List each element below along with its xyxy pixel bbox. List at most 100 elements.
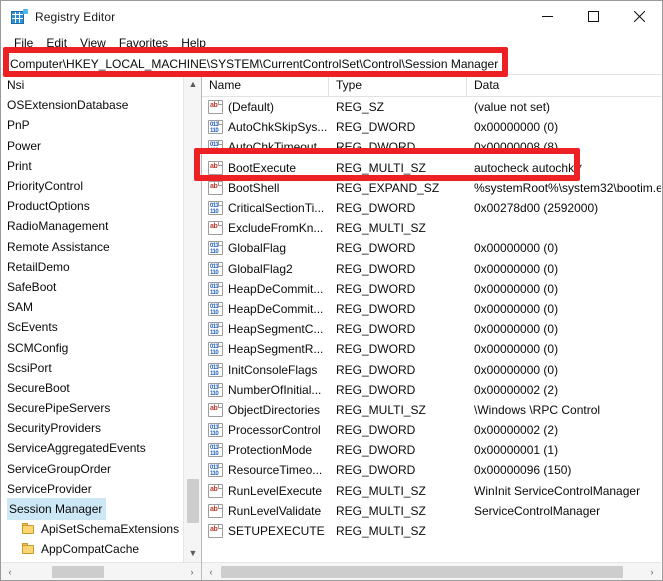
- tree-item[interactable]: SafeBoot: [1, 277, 183, 297]
- tree-item[interactable]: AppCompatCache: [1, 539, 183, 559]
- tree-item[interactable]: ProductOptions: [1, 196, 183, 216]
- scroll-right-icon[interactable]: ›: [643, 563, 661, 580]
- value-row[interactable]: 011 110 NumberOfInitial... REG_DWORD 0x00000…: [202, 380, 661, 400]
- tree-item[interactable]: ScEvents: [1, 317, 183, 337]
- tree-item[interactable]: PnP: [1, 115, 183, 135]
- tree-hscroll-thumb[interactable]: [52, 566, 104, 578]
- value-row[interactable]: 011 110 ProtectionMode REG_DWORD 0x00000001 …: [202, 440, 661, 460]
- value-row[interactable]: ab BootExecute REG_MULTI_SZ autocheck autoc…: [202, 158, 661, 178]
- column-header-data[interactable]: Data: [467, 75, 661, 97]
- registry-tree[interactable]: Nsi OSExtensionDatabase PnP Power Print Prior…: [1, 75, 183, 562]
- menu-item-help[interactable]: Help: [175, 34, 213, 52]
- scroll-up-icon[interactable]: ▲: [184, 75, 201, 93]
- value-data-text: 0x00000000 (0): [474, 322, 559, 337]
- address-bar[interactable]: Computer\HKEY_LOCAL_MACHINE\SYSTEM\Curre…: [1, 53, 662, 75]
- value-row[interactable]: 011 110 InitConsoleFlags REG_DWORD 0x0000000…: [202, 359, 661, 379]
- value-name-text: SETUPEXECUTE: [228, 524, 325, 539]
- menu-item-view[interactable]: View: [74, 34, 113, 52]
- value-type-text: REG_DWORD: [336, 342, 416, 357]
- value-row[interactable]: 011 110 GlobalFlag2 REG_DWORD 0x00000000 (0): [202, 259, 661, 279]
- value-data-cell: 0x00000002 (2): [467, 420, 661, 440]
- tree-item[interactable]: Power: [1, 136, 183, 156]
- value-type-cell: REG_MULTI_SZ: [329, 521, 467, 541]
- column-header-name[interactable]: Name: [202, 75, 329, 97]
- value-data-text: 0x00000096 (150): [474, 463, 572, 478]
- tree-item[interactable]: ApiSetSchemaExtensions: [1, 519, 183, 539]
- tree-item[interactable]: RetailDemo: [1, 257, 183, 277]
- tree-item[interactable]: ServiceAggregatedEvents: [1, 438, 183, 458]
- tree-horizontal-scrollbar[interactable]: ‹ ›: [1, 562, 201, 580]
- value-type-cell: REG_DWORD: [329, 440, 467, 460]
- value-row[interactable]: ab BootShell REG_EXPAND_SZ %systemRoot%\sys…: [202, 178, 661, 198]
- scroll-right-icon[interactable]: ›: [183, 563, 201, 580]
- tree-item[interactable]: SecureBoot: [1, 378, 183, 398]
- value-row[interactable]: ab (Default) REG_SZ (value not set): [202, 97, 661, 117]
- menu-item-favorites[interactable]: Favorites: [113, 34, 175, 52]
- value-row[interactable]: 011 110 HeapDeCommit... REG_DWORD 0x00000000…: [202, 299, 661, 319]
- tree-vertical-scrollbar[interactable]: ▲ ▼: [183, 75, 201, 562]
- maximize-icon[interactable]: [570, 1, 616, 32]
- value-row[interactable]: 011 110 ProcessorControl REG_DWORD 0x0000000…: [202, 420, 661, 440]
- tree-item[interactable]: Remote Assistance: [1, 237, 183, 257]
- value-type-text: REG_DWORD: [336, 382, 416, 397]
- value-row[interactable]: ab RunLevelValidate REG_MULTI_SZ ServiceCon…: [202, 501, 661, 521]
- value-type-cell: REG_SZ: [329, 97, 467, 117]
- tree-item-label: PriorityControl: [7, 179, 84, 194]
- scroll-down-icon[interactable]: ▼: [184, 544, 201, 562]
- dword-value-icon: 011 110: [208, 342, 223, 357]
- folder-icon: [22, 543, 36, 555]
- value-row[interactable]: ab RunLevelExecute REG_MULTI_SZ WinInit Ser…: [202, 481, 661, 501]
- tree-item[interactable]: SAM: [1, 297, 183, 317]
- column-header-type[interactable]: Type: [329, 75, 467, 97]
- tree-item[interactable]: ScsiPort: [1, 358, 183, 378]
- values-hscroll-thumb[interactable]: [221, 566, 623, 578]
- value-row[interactable]: ab ObjectDirectories REG_MULTI_SZ \Windows …: [202, 400, 661, 420]
- tree-item[interactable]: ServiceProvider: [1, 479, 183, 499]
- values-horizontal-scrollbar[interactable]: ‹ ›: [202, 562, 661, 580]
- value-row[interactable]: ab ExcludeFromKn... REG_MULTI_SZ: [202, 218, 661, 238]
- tree-item[interactable]: RadioManagement: [1, 216, 183, 236]
- value-name-text: ObjectDirectories: [228, 402, 321, 417]
- value-data-cell: 0x00000008 (8): [467, 137, 661, 157]
- value-data-cell: ServiceControlManager: [467, 501, 661, 521]
- value-row[interactable]: 011 110 GlobalFlag REG_DWORD 0x00000000 (0): [202, 238, 661, 258]
- registry-values-list[interactable]: ab (Default) REG_SZ (value not set) 011 110 Au…: [202, 97, 661, 562]
- value-row[interactable]: 011 110 AutoChkSkipSys... REG_DWORD 0x000000…: [202, 117, 661, 137]
- tree-item-label: ScsiPort: [7, 360, 52, 375]
- tree-item[interactable]: OSExtensionDatabase: [1, 95, 183, 115]
- tree-item-label: ScEvents: [7, 320, 58, 335]
- value-data-text: %systemRoot%\system32\bootim.exe: [474, 180, 661, 195]
- value-row[interactable]: 011 110 AutoChkTimeout REG_DWORD 0x00000008 …: [202, 137, 661, 157]
- scroll-left-icon[interactable]: ‹: [202, 563, 220, 580]
- value-name-cell: 011 110 AutoChkSkipSys...: [202, 117, 329, 137]
- value-type-text: REG_DWORD: [336, 423, 416, 438]
- menu-item-file[interactable]: File: [8, 34, 40, 52]
- value-name-cell: 011 110 HeapSegmentR...: [202, 339, 329, 359]
- value-row[interactable]: 011 110 CriticalSectionTi... REG_DWORD 0x002…: [202, 198, 661, 218]
- value-type-cell: REG_DWORD: [329, 299, 467, 319]
- tree-item[interactable]: SecurityProviders: [1, 418, 183, 438]
- tree-item[interactable]: Print: [1, 156, 183, 176]
- value-type-text: REG_DWORD: [336, 362, 416, 377]
- value-name-cell: ab (Default): [202, 97, 329, 117]
- close-icon[interactable]: [616, 1, 662, 32]
- menu-item-edit[interactable]: Edit: [40, 34, 74, 52]
- tree-item[interactable]: SCMConfig: [1, 337, 183, 357]
- tree-item-label: Power: [7, 138, 42, 153]
- value-row[interactable]: 011 110 HeapSegmentC... REG_DWORD 0x00000000…: [202, 319, 661, 339]
- minimize-icon[interactable]: [524, 1, 570, 32]
- tree-item-label: SecurityProviders: [7, 421, 102, 436]
- tree-item[interactable]: Nsi: [1, 75, 183, 95]
- registry-tree-pane: Nsi OSExtensionDatabase PnP Power Print Prior…: [1, 75, 202, 580]
- value-data-cell: %systemRoot%\system32\bootim.exe: [467, 178, 661, 198]
- value-row[interactable]: 011 110 ResourceTimeo... REG_DWORD 0x0000009…: [202, 460, 661, 480]
- scroll-left-icon[interactable]: ‹: [1, 563, 19, 580]
- tree-item[interactable]: Session Manager: [1, 498, 183, 521]
- tree-item[interactable]: ServiceGroupOrder: [1, 459, 183, 479]
- value-row[interactable]: ab SETUPEXECUTE REG_MULTI_SZ: [202, 521, 661, 541]
- value-row[interactable]: 011 110 HeapSegmentR... REG_DWORD 0x00000000…: [202, 339, 661, 359]
- tree-item[interactable]: PriorityControl: [1, 176, 183, 196]
- value-row[interactable]: 011 110 HeapDeCommit... REG_DWORD 0x00000000…: [202, 279, 661, 299]
- tree-scroll-thumb[interactable]: [187, 479, 199, 523]
- tree-item[interactable]: SecurePipeServers: [1, 398, 183, 418]
